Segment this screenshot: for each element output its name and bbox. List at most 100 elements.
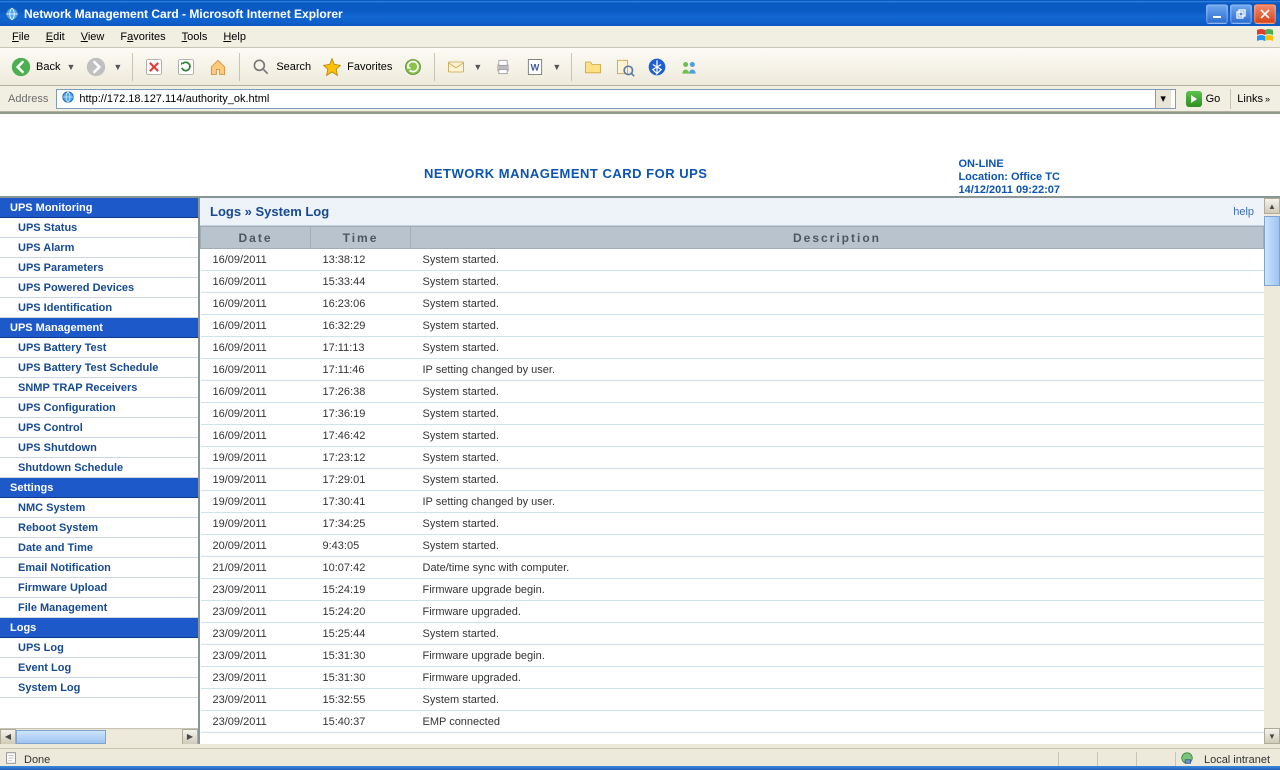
- table-row: 16/09/201117:46:42System started.: [201, 425, 1264, 447]
- header-status: ON-LINE Location: Office TC 14/12/2011 0…: [958, 158, 1060, 197]
- forward-icon: [85, 56, 107, 78]
- sidebar-item[interactable]: NMC System: [0, 498, 198, 518]
- sidebar-item[interactable]: UPS Status: [0, 218, 198, 238]
- minimize-button[interactable]: [1206, 4, 1228, 24]
- table-row: 16/09/201117:11:13System started.: [201, 337, 1264, 359]
- sidebar-item[interactable]: UPS Powered Devices: [0, 278, 198, 298]
- table-row: 16/09/201117:11:46IP setting changed by …: [201, 359, 1264, 381]
- search-icon: [250, 56, 272, 78]
- table-row: 16/09/201117:36:19System started.: [201, 403, 1264, 425]
- v-scroll-thumb[interactable]: [1264, 216, 1280, 286]
- stop-button[interactable]: [139, 52, 169, 82]
- address-field-wrap: ▾: [56, 89, 1175, 109]
- sidebar-item[interactable]: UPS Battery Test Schedule: [0, 358, 198, 378]
- sidebar-item[interactable]: UPS Configuration: [0, 398, 198, 418]
- sidebar-item[interactable]: SNMP TRAP Receivers: [0, 378, 198, 398]
- search-label: Search: [276, 61, 311, 73]
- menu-favorites[interactable]: Favorites: [112, 29, 173, 45]
- bluetooth-button[interactable]: [642, 52, 672, 82]
- sidebar-item[interactable]: UPS Log: [0, 638, 198, 658]
- menu-tools[interactable]: Tools: [174, 29, 216, 45]
- sidebar-item[interactable]: UPS Shutdown: [0, 438, 198, 458]
- cell-description: System started.: [411, 381, 1264, 403]
- table-row: 20/09/20119:43:05System started.: [201, 535, 1264, 557]
- ie-icon: [4, 6, 20, 22]
- history-button[interactable]: [398, 52, 428, 82]
- window-title: Network Management Card - Microsoft Inte…: [24, 7, 343, 21]
- cell-time: 15:33:44: [311, 271, 411, 293]
- messenger-icon: [678, 56, 700, 78]
- print-button[interactable]: [488, 52, 518, 82]
- col-description: Description: [411, 227, 1264, 249]
- cell-date: 19/09/2011: [201, 469, 311, 491]
- go-label: Go: [1206, 93, 1221, 105]
- menu-view[interactable]: View: [73, 29, 113, 45]
- sidebar-item[interactable]: Reboot System: [0, 518, 198, 538]
- mail-button[interactable]: ▼: [441, 52, 486, 82]
- forward-button[interactable]: ▼: [81, 52, 126, 82]
- sidebar-item[interactable]: UPS Control: [0, 418, 198, 438]
- cell-date: 16/09/2011: [201, 425, 311, 447]
- refresh-icon: [175, 56, 197, 78]
- menu-help[interactable]: Help: [215, 29, 254, 45]
- favorites-button[interactable]: Favorites: [317, 52, 396, 82]
- status-location: Location: Office TC: [958, 171, 1060, 184]
- help-link[interactable]: help: [1233, 206, 1254, 218]
- sidebar-item[interactable]: Email Notification: [0, 558, 198, 578]
- cell-time: 17:46:42: [311, 425, 411, 447]
- cell-time: 17:30:41: [311, 491, 411, 513]
- back-label: Back: [36, 61, 60, 73]
- sidebar-item[interactable]: Date and Time: [0, 538, 198, 558]
- scroll-left-button[interactable]: ◀: [0, 729, 16, 745]
- scroll-up-button[interactable]: ▲: [1264, 198, 1280, 214]
- sidebar-h-scrollbar[interactable]: ◀ ▶: [0, 728, 198, 744]
- messenger-button[interactable]: [674, 52, 704, 82]
- menu-edit[interactable]: Edit: [38, 29, 73, 45]
- table-row: 19/09/201117:23:12System started.: [201, 447, 1264, 469]
- sidebar-item[interactable]: System Log: [0, 678, 198, 698]
- research-button[interactable]: [610, 52, 640, 82]
- cell-time: 13:38:12: [311, 249, 411, 271]
- menu-file[interactable]: File: [4, 29, 38, 45]
- links-button[interactable]: Links »: [1230, 89, 1276, 109]
- cell-description: System started.: [411, 689, 1264, 711]
- sidebar-item[interactable]: UPS Battery Test: [0, 338, 198, 358]
- cell-time: 17:36:19: [311, 403, 411, 425]
- sidebar-item[interactable]: UPS Alarm: [0, 238, 198, 258]
- menu-bar: File Edit View Favorites Tools Help: [0, 26, 1280, 48]
- table-row: 21/09/201110:07:42Date/time sync with co…: [201, 557, 1264, 579]
- restore-button[interactable]: [1230, 4, 1252, 24]
- table-row: 23/09/201115:31:30Firmware upgraded.: [201, 667, 1264, 689]
- main-v-scrollbar[interactable]: ▲ ▼: [1264, 198, 1280, 744]
- back-button[interactable]: Back ▼: [6, 52, 79, 82]
- search-button[interactable]: Search: [246, 52, 315, 82]
- address-input[interactable]: [79, 93, 1150, 105]
- page-header: NETWORK MANAGEMENT CARD FOR UPS ON-LINE …: [0, 114, 1280, 196]
- links-label: Links: [1237, 93, 1263, 105]
- sidebar-item[interactable]: Firmware Upload: [0, 578, 198, 598]
- windows-flag-icon: [1256, 28, 1274, 45]
- sidebar-item[interactable]: Event Log: [0, 658, 198, 678]
- folder-button[interactable]: [578, 52, 608, 82]
- scroll-down-button[interactable]: ▼: [1264, 728, 1280, 744]
- address-dropdown[interactable]: ▾: [1155, 90, 1171, 108]
- sidebar-header: Settings: [0, 478, 198, 498]
- sidebar-item[interactable]: Shutdown Schedule: [0, 458, 198, 478]
- home-button[interactable]: [203, 52, 233, 82]
- cell-date: 21/09/2011: [201, 557, 311, 579]
- cell-time: 15:31:30: [311, 667, 411, 689]
- cell-date: 23/09/2011: [201, 601, 311, 623]
- close-button[interactable]: [1254, 4, 1276, 24]
- sidebar-item[interactable]: UPS Parameters: [0, 258, 198, 278]
- h-scroll-thumb[interactable]: [16, 730, 106, 744]
- sidebar-item[interactable]: File Management: [0, 598, 198, 618]
- refresh-button[interactable]: [171, 52, 201, 82]
- edit-button[interactable]: W▼: [520, 52, 565, 82]
- sidebar-item[interactable]: UPS Identification: [0, 298, 198, 318]
- table-row: 19/09/201117:30:41IP setting changed by …: [201, 491, 1264, 513]
- table-row: 23/09/201115:31:30Firmware upgrade begin…: [201, 645, 1264, 667]
- cell-description: System started.: [411, 447, 1264, 469]
- go-button[interactable]: Go: [1180, 89, 1227, 109]
- cell-time: 15:24:19: [311, 579, 411, 601]
- scroll-right-button[interactable]: ▶: [182, 729, 198, 745]
